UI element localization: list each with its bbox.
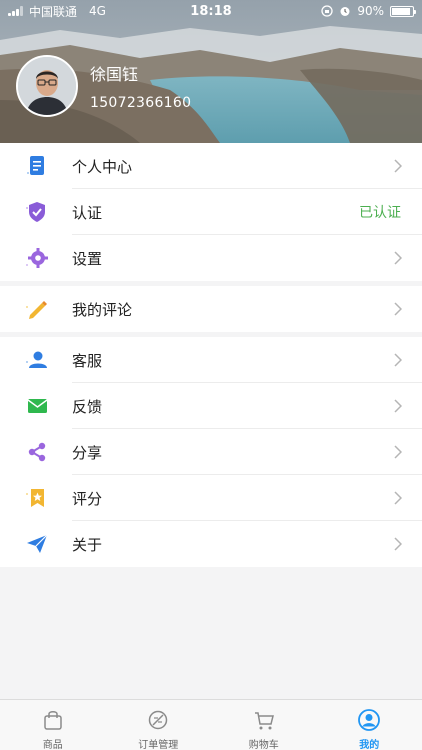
user-phone: 15072366160 xyxy=(90,95,192,111)
star-badge-icon xyxy=(26,489,44,507)
shield-icon xyxy=(26,202,45,222)
rotation-lock-icon xyxy=(321,5,333,17)
pencil-icon xyxy=(26,301,47,319)
menu-item-verification[interactable]: 认证 已认证 xyxy=(0,189,422,235)
chevron-right-icon xyxy=(394,399,402,413)
tab-label-cart: 购物车 xyxy=(248,740,279,750)
chevron-right-icon xyxy=(394,537,402,551)
menu-group-support: 客服 反馈 分享 评分 关于 xyxy=(0,337,422,567)
menu-item-feedback[interactable]: 反馈 xyxy=(0,383,422,429)
alarm-icon xyxy=(340,7,350,16)
tab-label-mine: 我的 xyxy=(359,740,380,750)
battery-icon xyxy=(390,5,416,17)
document-icon xyxy=(27,156,44,175)
paper-plane-icon xyxy=(27,534,48,553)
menu-group-account: 个人中心 认证 已认证 设置 xyxy=(0,143,422,281)
tab-mine[interactable]: 我的 xyxy=(317,700,422,750)
profile-header: 中国联通 4G 18:18 90% 徐国钰 15072366160 xyxy=(0,0,422,143)
menu-label-settings: 设置 xyxy=(72,249,103,268)
menu-label-customer-service: 客服 xyxy=(72,351,103,370)
bottom-tab-bar: 商品 订单管理 购物车 我的 xyxy=(0,699,422,750)
mail-icon xyxy=(27,399,48,413)
menu-label-verification: 认证 xyxy=(72,203,103,222)
menu-label-personal-center: 个人中心 xyxy=(72,157,133,176)
menu-group-reviews: 我的评论 xyxy=(0,286,422,332)
order-icon xyxy=(149,710,168,730)
menu-item-rating[interactable]: 评分 xyxy=(0,475,422,521)
menu-item-about[interactable]: 关于 xyxy=(0,521,422,567)
tab-orders[interactable]: 订单管理 xyxy=(106,700,212,750)
menu-label-rating: 评分 xyxy=(72,489,103,508)
cart-icon xyxy=(254,712,274,730)
menu-item-my-reviews[interactable]: 我的评论 xyxy=(0,286,422,332)
menu-label-my-reviews: 我的评论 xyxy=(72,300,133,319)
tab-label-orders: 订单管理 xyxy=(138,740,179,750)
menu-item-customer-service[interactable]: 客服 xyxy=(0,337,422,383)
share-icon xyxy=(28,442,46,462)
chevron-right-icon xyxy=(394,302,402,316)
chevron-right-icon xyxy=(394,445,402,459)
menu-item-personal-center[interactable]: 个人中心 xyxy=(0,143,422,189)
gear-icon xyxy=(26,248,48,268)
menu-label-about: 关于 xyxy=(72,535,103,554)
user-icon xyxy=(26,351,47,368)
menu-label-feedback: 反馈 xyxy=(72,397,103,416)
chevron-right-icon xyxy=(394,491,402,505)
tab-label-products: 商品 xyxy=(42,740,63,750)
user-profile[interactable]: 徐国钰 15072366160 xyxy=(16,55,191,117)
chevron-right-icon xyxy=(394,353,402,367)
chevron-right-icon xyxy=(394,251,402,265)
tab-products[interactable]: 商品 xyxy=(0,700,106,750)
bag-icon xyxy=(44,711,62,730)
user-name: 徐国钰 xyxy=(90,65,139,84)
tab-cart[interactable]: 购物车 xyxy=(211,700,317,750)
menu-label-share: 分享 xyxy=(72,443,103,462)
menu-item-settings[interactable]: 设置 xyxy=(0,235,422,281)
avatar[interactable] xyxy=(16,55,78,117)
verification-status: 已认证 xyxy=(359,205,401,221)
profile-icon xyxy=(358,709,381,731)
chevron-right-icon xyxy=(394,159,402,173)
menu-item-share[interactable]: 分享 xyxy=(0,429,422,475)
battery-percent: 90% xyxy=(357,4,384,18)
status-bar: 中国联通 4G 18:18 90% xyxy=(0,0,422,22)
